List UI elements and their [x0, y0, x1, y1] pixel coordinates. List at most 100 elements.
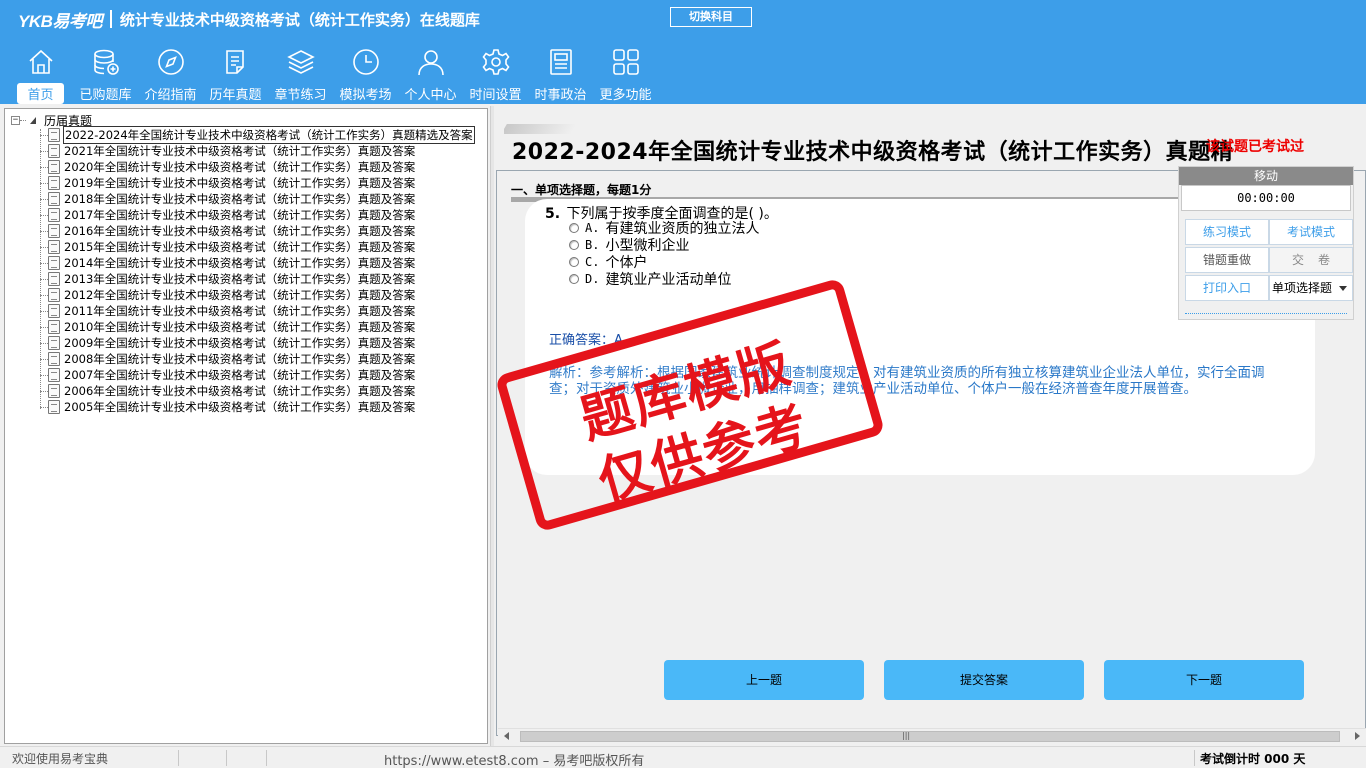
exam-countdown: 考试倒计时 000 天 — [1200, 752, 1306, 766]
exam-control-panel: 移动 00:00:00 练习模式 考试模式 错题重做 交卷 打印入口 单项选择题 — [1178, 166, 1354, 320]
nav-item-chapter-practice[interactable]: 章节练习 — [268, 46, 333, 104]
option-b[interactable]: B. 小型微利企业 — [569, 236, 759, 254]
document-icon — [48, 272, 60, 286]
tree-root[interactable]: − 历届真题 — [11, 113, 92, 128]
brand-logo: YKB易考吧 — [18, 11, 102, 31]
tree-item-label: 2015年全国统计专业技术中级资格考试（统计工作实务）真题及答案 — [64, 240, 416, 254]
tree-item[interactable]: 2007年全国统计专业技术中级资格考试（统计工作实务）真题及答案 — [40, 367, 475, 383]
tree-item[interactable]: 2012年全国统计专业技术中级资格考试（统计工作实务）真题及答案 — [40, 287, 475, 303]
scroll-right-icon[interactable] — [1355, 732, 1360, 740]
tree-connector — [40, 358, 48, 360]
tree-item[interactable]: 2014年全国统计专业技术中级资格考试（统计工作实务）真题及答案 — [40, 255, 475, 271]
tree-item[interactable]: 2021年全国统计专业技术中级资格考试（统计工作实务）真题及答案 — [40, 143, 475, 159]
tree-item-label: 2022-2024年全国统计专业技术中级资格考试（统计工作实务）真题精选及答案 — [63, 126, 475, 144]
print-button[interactable]: 打印入口 — [1185, 275, 1269, 301]
redo-wrong-button[interactable]: 错题重做 — [1185, 247, 1269, 273]
control-row: 练习模式 考试模式 — [1185, 219, 1353, 246]
nav-item-home[interactable]: 首页 — [8, 46, 73, 104]
nav-label: 已购题库 — [79, 88, 132, 103]
tree-item-label: 2021年全国统计专业技术中级资格考试（统计工作实务）真题及答案 — [64, 144, 416, 158]
switch-subject-button[interactable]: 切换科目 — [670, 7, 752, 27]
radio-button[interactable] — [569, 222, 579, 233]
nav-item-past-exams[interactable]: 历年真题 — [203, 46, 268, 104]
panel-resize-bar[interactable] — [1185, 313, 1347, 317]
tree-item[interactable]: 2018年全国统计专业技术中级资格考试（统计工作实务）真题及答案 — [40, 191, 475, 207]
tree-item-label: 2020年全国统计专业技术中级资格考试（统计工作实务）真题及答案 — [64, 160, 416, 174]
tree-connector — [40, 134, 48, 136]
home-icon — [24, 46, 58, 77]
scrollbar-thumb[interactable] — [520, 731, 1340, 742]
tree-item[interactable]: 2006年全国统计专业技术中级资格考试（统计工作实务）真题及答案 — [40, 383, 475, 399]
option-letter: A. — [585, 220, 600, 235]
option-c[interactable]: C. 个体户 — [569, 253, 759, 271]
nav-label: 个人中心 — [404, 88, 457, 103]
scroll-left-icon[interactable] — [504, 732, 509, 740]
tree-item[interactable]: 2015年全国统计专业技术中级资格考试（统计工作实务）真题及答案 — [40, 239, 475, 255]
tree-item[interactable]: 2008年全国统计专业技术中级资格考试（统计工作实务）真题及答案 — [40, 351, 475, 367]
tree-item[interactable]: 2009年全国统计专业技术中级资格考试（统计工作实务）真题及答案 — [40, 335, 475, 351]
option-a[interactable]: A. 有建筑业资质的独立法人 — [569, 219, 759, 237]
nav-label: 时间设置 — [469, 88, 522, 103]
nav-item-guide[interactable]: 介绍指南 — [138, 46, 203, 104]
tree-connector — [40, 406, 48, 408]
gear-icon — [479, 46, 513, 77]
prev-question-button[interactable]: 上一题 — [664, 660, 864, 700]
submit-answer-button[interactable]: 提交答案 — [884, 660, 1084, 700]
tree-connector — [40, 374, 48, 376]
tree-item[interactable]: 2005年全国统计专业技术中级资格考试（统计工作实务）真题及答案 — [40, 399, 475, 415]
already-taken-notice: 该试题已考试过 — [1206, 139, 1304, 155]
tree-item[interactable]: 2019年全国统计专业技术中级资格考试（统计工作实务）真题及答案 — [40, 175, 475, 191]
submit-paper-button[interactable]: 交卷 — [1269, 247, 1353, 273]
document-icon — [48, 176, 60, 190]
tree-connector — [40, 198, 48, 200]
option-letter: C. — [585, 254, 600, 269]
tree-item[interactable]: 2020年全国统计专业技术中级资格考试（统计工作实务）真题及答案 — [40, 159, 475, 175]
tree-connector — [20, 119, 26, 121]
tree-item[interactable]: 2022-2024年全国统计专业技术中级资格考试（统计工作实务）真题精选及答案 — [40, 126, 475, 144]
nav-item-personal-center[interactable]: 个人中心 — [398, 46, 463, 104]
document-icon — [48, 224, 60, 238]
practice-mode-button[interactable]: 练习模式 — [1185, 219, 1269, 245]
document-list-icon — [219, 46, 253, 77]
tree-connector — [40, 182, 48, 184]
document-icon — [48, 368, 60, 382]
tree-connector — [40, 214, 48, 216]
exam-mode-button[interactable]: 考试模式 — [1269, 219, 1353, 245]
option-d[interactable]: D. 建筑业产业活动单位 — [569, 270, 759, 288]
next-question-button[interactable]: 下一题 — [1104, 660, 1304, 700]
collapse-icon[interactable]: − — [11, 115, 20, 125]
document-icon — [48, 192, 60, 206]
option-letter: B. — [585, 237, 600, 252]
radio-button[interactable] — [569, 256, 579, 267]
tree-item[interactable]: 2011年全国统计专业技术中级资格考试（统计工作实务）真题及答案 — [40, 303, 475, 319]
welcome-text: 欢迎使用易考宝典 — [12, 752, 109, 766]
nav-item-mock-exam[interactable]: 模拟考场 — [333, 46, 398, 104]
nav-label: 章节练习 — [274, 88, 327, 103]
radio-button[interactable] — [569, 239, 579, 250]
tree-item[interactable]: 2016年全国统计专业技术中级资格考试（统计工作实务）真题及答案 — [40, 223, 475, 239]
control-buttons: 练习模式 考试模式 错题重做 交卷 打印入口 单项选择题 — [1185, 219, 1353, 303]
tree-connector — [40, 262, 48, 264]
database-icon — [89, 46, 123, 77]
folder-icon — [28, 115, 40, 125]
document-icon — [48, 256, 60, 270]
tree-item[interactable]: 2017年全国统计专业技术中级资格考试（统计工作实务）真题及答案 — [40, 207, 475, 223]
horizontal-scrollbar[interactable]: ||| — [498, 728, 1366, 744]
move-handle[interactable]: 移动 — [1179, 167, 1353, 185]
answer-analysis: 解析：参考解析：根据国家建筑业统计调查制度规定，对有建筑业资质的所有独立核算建筑… — [549, 365, 1265, 397]
status-divider — [1194, 750, 1195, 766]
tree-item[interactable]: 2013年全国统计专业技术中级资格考试（统计工作实务）真题及答案 — [40, 271, 475, 287]
nav-item-current-affairs[interactable]: 时事政治 — [528, 46, 593, 104]
document-icon — [48, 208, 60, 222]
option-list: A. 有建筑业资质的独立法人 B. 小型微利企业 C. 个体户 D. 建筑业产业… — [569, 219, 759, 288]
nav-item-time-settings[interactable]: 时间设置 — [463, 46, 528, 104]
radio-button[interactable] — [569, 273, 579, 284]
panel-splitter[interactable] — [490, 106, 494, 746]
document-icon — [48, 160, 60, 174]
nav-item-purchased[interactable]: 已购题库 — [73, 46, 138, 104]
document-icon — [48, 240, 60, 254]
tree-item[interactable]: 2010年全国统计专业技术中级资格考试（统计工作实务）真题及答案 — [40, 319, 475, 335]
nav-item-more-functions[interactable]: 更多功能 — [593, 46, 658, 104]
tree-item-label: 2018年全国统计专业技术中级资格考试（统计工作实务）真题及答案 — [64, 192, 416, 206]
question-type-select[interactable]: 单项选择题 — [1269, 275, 1353, 301]
